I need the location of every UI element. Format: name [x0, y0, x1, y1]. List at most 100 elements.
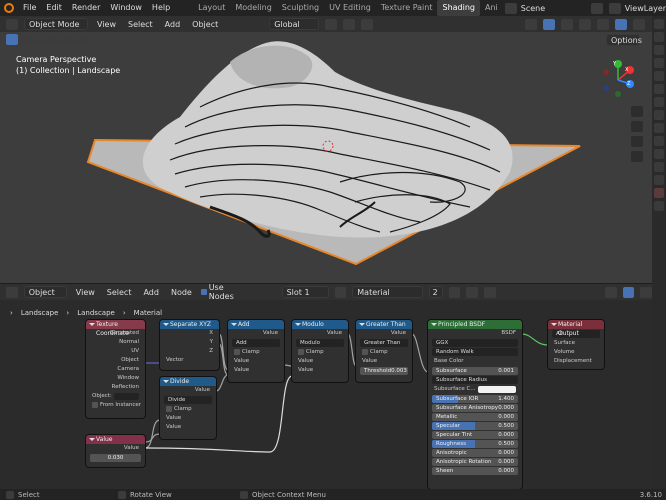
tab-uv-editing[interactable]: UV Editing	[324, 0, 376, 16]
xray-icon[interactable]	[579, 18, 592, 30]
visibility-icon[interactable]	[525, 18, 538, 30]
bsdf-slider[interactable]: Anisotropic Rotation 0.000	[432, 458, 518, 466]
object-properties-icon[interactable]	[654, 110, 664, 120]
scene-name[interactable]: Scene	[521, 4, 591, 13]
data-properties-icon[interactable]	[654, 175, 664, 185]
pan-hand-icon[interactable]	[631, 121, 643, 132]
operation-dropdown[interactable]: Divide	[164, 396, 212, 404]
node-title[interactable]: Texture Coordinate	[86, 320, 145, 337]
material-sphere-icon[interactable]	[334, 286, 347, 298]
editor-type-icon[interactable]	[6, 286, 18, 298]
menu-render[interactable]: Render	[67, 0, 105, 16]
operation-dropdown[interactable]: Modulo	[296, 339, 344, 347]
tab-modeling[interactable]: Modeling	[230, 0, 276, 16]
principled-bsdf-node[interactable]: Principled BSDF BSDF GGX Random Walk Bas…	[428, 320, 522, 489]
clamp-row[interactable]: Clamp	[292, 348, 348, 357]
transform-orientation[interactable]: Global	[269, 18, 320, 30]
fake-user-shield-icon[interactable]	[448, 286, 461, 298]
add-node[interactable]: Add Value Add Clamp Value Value	[228, 320, 284, 382]
bsdf-slider[interactable]: Specular 0.500	[432, 422, 518, 430]
operation-dropdown[interactable]: Greater Than	[360, 339, 408, 347]
node-title[interactable]: Divide	[160, 377, 216, 386]
constraints-properties-icon[interactable]	[654, 162, 664, 172]
overlay-icon[interactable]	[622, 286, 635, 298]
tab-animation[interactable]: Ani	[480, 0, 503, 16]
value-node[interactable]: Value Value 0.030	[86, 435, 145, 467]
texture-properties-icon[interactable]	[654, 201, 664, 211]
duplicate-icon[interactable]	[466, 286, 478, 298]
material-output-node[interactable]: Material Output All Surface Volume Displ…	[548, 320, 604, 369]
tool-properties-icon[interactable]	[654, 19, 664, 29]
material-users-count[interactable]: 2	[428, 286, 443, 298]
menu-select[interactable]: Select	[125, 20, 156, 29]
camera-view-icon[interactable]	[631, 136, 643, 147]
particles-properties-icon[interactable]	[654, 136, 664, 146]
distribution-dropdown[interactable]: GGX	[432, 339, 518, 347]
scene-properties-icon[interactable]	[654, 71, 664, 81]
tab-shading[interactable]: Shading	[437, 0, 480, 16]
node-title[interactable]: Greater Than	[356, 320, 412, 329]
perspective-grid-icon[interactable]	[631, 151, 643, 162]
greater-than-node[interactable]: Greater Than Value Greater Than Clamp Va…	[356, 320, 412, 382]
texture-coordinate-node[interactable]: Texture Coordinate Generated Normal UV O…	[86, 320, 145, 418]
bsdf-slider[interactable]: Sheen 0.000	[432, 467, 518, 475]
menu-node[interactable]: Node	[168, 288, 195, 297]
modulo-node[interactable]: Modulo Value Modulo Clamp Value Value	[292, 320, 348, 382]
node-title[interactable]: Add	[228, 320, 284, 329]
menu-edit[interactable]: Edit	[41, 0, 67, 16]
menu-view[interactable]: View	[73, 288, 98, 297]
bsdf-slider[interactable]: Anisotropic 0.000	[432, 449, 518, 457]
bsdf-slider[interactable]: Subsurface 0.001	[432, 367, 518, 375]
node-title[interactable]: Separate XYZ	[160, 320, 219, 329]
menu-select[interactable]: Select	[104, 288, 135, 297]
tab-sculpting[interactable]: Sculpting	[277, 0, 324, 16]
bsdf-slider[interactable]: Subsurface IOR 1.400	[432, 395, 518, 403]
snap-icon[interactable]	[343, 18, 356, 30]
scene-icon[interactable]	[504, 2, 517, 14]
menu-help[interactable]: Help	[147, 0, 175, 16]
node-title[interactable]: Material Output	[548, 320, 604, 337]
render-properties-icon[interactable]	[654, 32, 664, 42]
zoom-icon[interactable]	[631, 106, 643, 117]
collection-properties-icon[interactable]	[654, 97, 664, 107]
threshold-slider[interactable]: Threshold 0.003	[360, 367, 408, 375]
menu-add[interactable]: Add	[162, 20, 184, 29]
backdrop-icon[interactable]	[640, 286, 653, 298]
view-layer-name[interactable]: ViewLayer	[625, 4, 666, 13]
copy-scene-icon[interactable]	[590, 2, 603, 14]
view-layer-properties-icon[interactable]	[654, 58, 664, 68]
pivot-icon[interactable]	[325, 18, 338, 30]
node-title[interactable]: Principled BSDF	[428, 320, 522, 329]
world-properties-icon[interactable]	[654, 84, 664, 94]
bsdf-slider[interactable]: Metallic 0.000	[432, 413, 518, 421]
divide-node[interactable]: Divide Value Divide Clamp Value Value	[160, 377, 216, 439]
snap-icon[interactable]	[604, 286, 617, 298]
shading-material-icon[interactable]	[615, 18, 628, 30]
physics-properties-icon[interactable]	[654, 149, 664, 159]
menu-object[interactable]: Object	[189, 20, 221, 29]
shading-solid-icon[interactable]	[597, 18, 610, 30]
menu-window[interactable]: Window	[105, 0, 147, 16]
gizmo-toggle-icon[interactable]	[543, 18, 556, 30]
bsdf-slider[interactable]: Specular Tint 0.000	[432, 431, 518, 439]
node-title[interactable]: Value	[86, 435, 145, 444]
tab-texture-paint[interactable]: Texture Paint	[376, 0, 438, 16]
subsurface-method-dropdown[interactable]: Random Walk	[432, 348, 518, 356]
operation-dropdown[interactable]: Add	[232, 339, 280, 347]
material-properties-icon[interactable]	[654, 188, 664, 198]
clamp-row[interactable]: Clamp	[228, 348, 284, 357]
3d-viewport[interactable]: Options Camera Perspective (1) Collectio…	[0, 32, 652, 283]
menu-add[interactable]: Add	[140, 288, 162, 297]
menu-file[interactable]: File	[18, 0, 41, 16]
subsurface-radius-field[interactable]: Subsurface Radius	[432, 376, 518, 384]
from-instancer-row[interactable]: From Instancer	[86, 401, 145, 410]
clamp-row[interactable]: Clamp	[356, 348, 412, 357]
pin-icon[interactable]	[483, 286, 496, 298]
bsdf-slider[interactable]: Subsurface Anisotropy 0.000	[432, 404, 518, 412]
output-properties-icon[interactable]	[654, 45, 664, 55]
tab-layout[interactable]: Layout	[193, 0, 230, 16]
color-swatch[interactable]	[478, 386, 516, 393]
view-layer-icon[interactable]	[608, 2, 621, 14]
shader-type-dropdown[interactable]: Object	[23, 286, 67, 298]
clamp-row[interactable]: Clamp	[160, 405, 216, 414]
